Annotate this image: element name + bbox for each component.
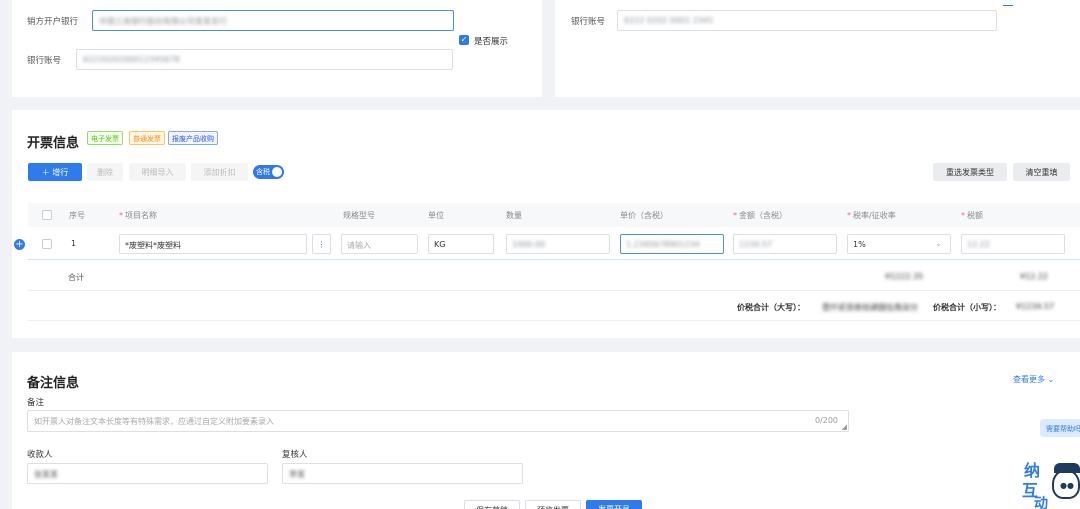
add-circle-icon[interactable]: + [14, 239, 25, 250]
collapse-indicator[interactable] [1003, 5, 1013, 6]
total-divider [28, 290, 1080, 291]
view-more-link[interactable]: 查看更多 ⌄ [1013, 374, 1054, 385]
tax-rate-select[interactable]: 1% ⌄ [847, 234, 951, 254]
total-upper-value: 壹仟贰佰叁拾肆圆伍角柒分 [822, 303, 918, 312]
tax-input[interactable]: 12.22 [961, 234, 1065, 254]
help-button[interactable]: 需要帮助吗 [1040, 419, 1080, 437]
unit-input[interactable]: KG [428, 234, 494, 254]
col-index: 序号 [69, 211, 85, 220]
total-amount: ¥1222.35 [885, 272, 924, 281]
payee-label: 收款人 [27, 450, 53, 460]
reselect-invoice-type-button[interactable]: 重选发票类型 [933, 163, 1007, 181]
mascot-eyes: ●● [1060, 481, 1074, 490]
delete-button[interactable]: 删除 [87, 163, 123, 181]
remark-label: 备注 [27, 398, 45, 408]
col-amount: * 金额（含税） [733, 211, 787, 220]
row-divider [28, 259, 1080, 260]
buyer-account-label: 银行账号 [571, 17, 606, 27]
total-lower-label: 价税合计（小写）： [933, 303, 1001, 312]
spec-input[interactable]: 请输入 [341, 234, 418, 254]
chevron-down-icon: ⌄ [935, 239, 942, 248]
mascot-image[interactable]: 征 纳 互 动 ●● [1020, 445, 1080, 509]
remarks-title: 备注信息 [27, 376, 80, 391]
show-checkbox[interactable]: ✓ [459, 35, 469, 45]
seller-account-input[interactable]: 6222020200012345678 [76, 49, 453, 70]
preview-button[interactable]: 预览发票 [525, 500, 581, 509]
row-index: 1 [71, 239, 77, 248]
col-spec: 规格型号 [343, 211, 375, 220]
save-draft-button[interactable]: 保存草稿 [464, 500, 520, 509]
reviewer-input[interactable]: 李某 [282, 463, 523, 484]
tag-ordinary-invoice: 普通发票 [129, 131, 165, 145]
buyer-bank-card: 银行账号 6222 0202 0001 2345 [555, 0, 1080, 97]
amount-input[interactable]: 1234.57 [733, 234, 837, 254]
payee-input[interactable]: 张某某 [27, 463, 268, 484]
add-discount-button[interactable]: 添加折扣 [191, 163, 248, 181]
remark-counter: 0/200 [814, 416, 838, 425]
seller-bank-label: 销方开户银行 [27, 17, 79, 27]
reviewer-label: 复核人 [282, 450, 308, 460]
detail-import-button[interactable]: 明细导入 [129, 163, 186, 181]
remark-textarea[interactable]: 如开票人对备注文本长度等有特殊需求，应通过自定义附加要素录入 0/200 ◢ [27, 410, 849, 432]
item-picker-button[interactable]: ⋮ [312, 234, 331, 254]
plus-icon: ＋ [41, 168, 53, 177]
resize-handle-icon[interactable]: ◢ [842, 423, 847, 431]
total-lower-value: ¥1234.57 [1016, 302, 1055, 311]
total-label: 合计 [68, 273, 84, 282]
total-upper-label: 价税合计（大写）： [737, 303, 805, 312]
col-quantity: 数量 [506, 211, 522, 220]
total-tax: ¥12.22 [1020, 272, 1048, 281]
tax-included-label: 含税 [256, 168, 270, 176]
row-checkbox[interactable] [42, 239, 52, 249]
clear-refill-button[interactable]: 清空重填 [1013, 163, 1070, 181]
table-header: 序号 * 项目名称 规格型号 单位 数量 单价（含税） * 金额（含税） * 税率/征… [28, 203, 1080, 227]
tag-scrap-purchase: 报废产品收购 [168, 131, 218, 145]
col-unit: 单位 [428, 211, 444, 220]
issue-invoice-button[interactable]: 发票开具 [586, 500, 642, 509]
buyer-account-input[interactable]: 6222 0202 0001 2345 [617, 10, 997, 31]
add-row-button[interactable]: ＋ 增行 [28, 163, 82, 181]
seller-bank-card: 销方开户银行 中国工商银行股份有限公司某某支行 ✓ 是否展示 银行账号 6222… [12, 0, 542, 97]
unit-price-input[interactable]: 1.2345678901234 [620, 234, 724, 254]
seller-bank-input[interactable]: 中国工商银行股份有限公司某某支行 [92, 10, 454, 31]
select-all-checkbox[interactable] [42, 210, 52, 220]
seller-account-label: 银行账号 [27, 56, 62, 66]
toggle-knob [272, 167, 282, 177]
mascot-cap [1054, 463, 1080, 473]
tag-electronic-invoice: 电子发票 [87, 131, 123, 145]
col-item-name: * 项目名称 [119, 211, 157, 220]
quantity-input[interactable]: 1000.00 [506, 234, 610, 254]
summary-divider [28, 320, 1080, 321]
tax-included-toggle[interactable]: 含税 [253, 165, 284, 179]
item-name-input[interactable]: *废塑料*废塑料 [119, 234, 307, 254]
invoice-info-title: 开票信息 [27, 136, 80, 151]
col-unit-price: 单价（含税） [620, 211, 668, 220]
chevron-down-icon: ⌄ [1047, 375, 1055, 384]
show-checkbox-label: 是否展示 [474, 37, 509, 47]
col-tax-rate: * 税率/征收率 [847, 211, 896, 220]
col-tax: * 税额 [961, 211, 983, 220]
